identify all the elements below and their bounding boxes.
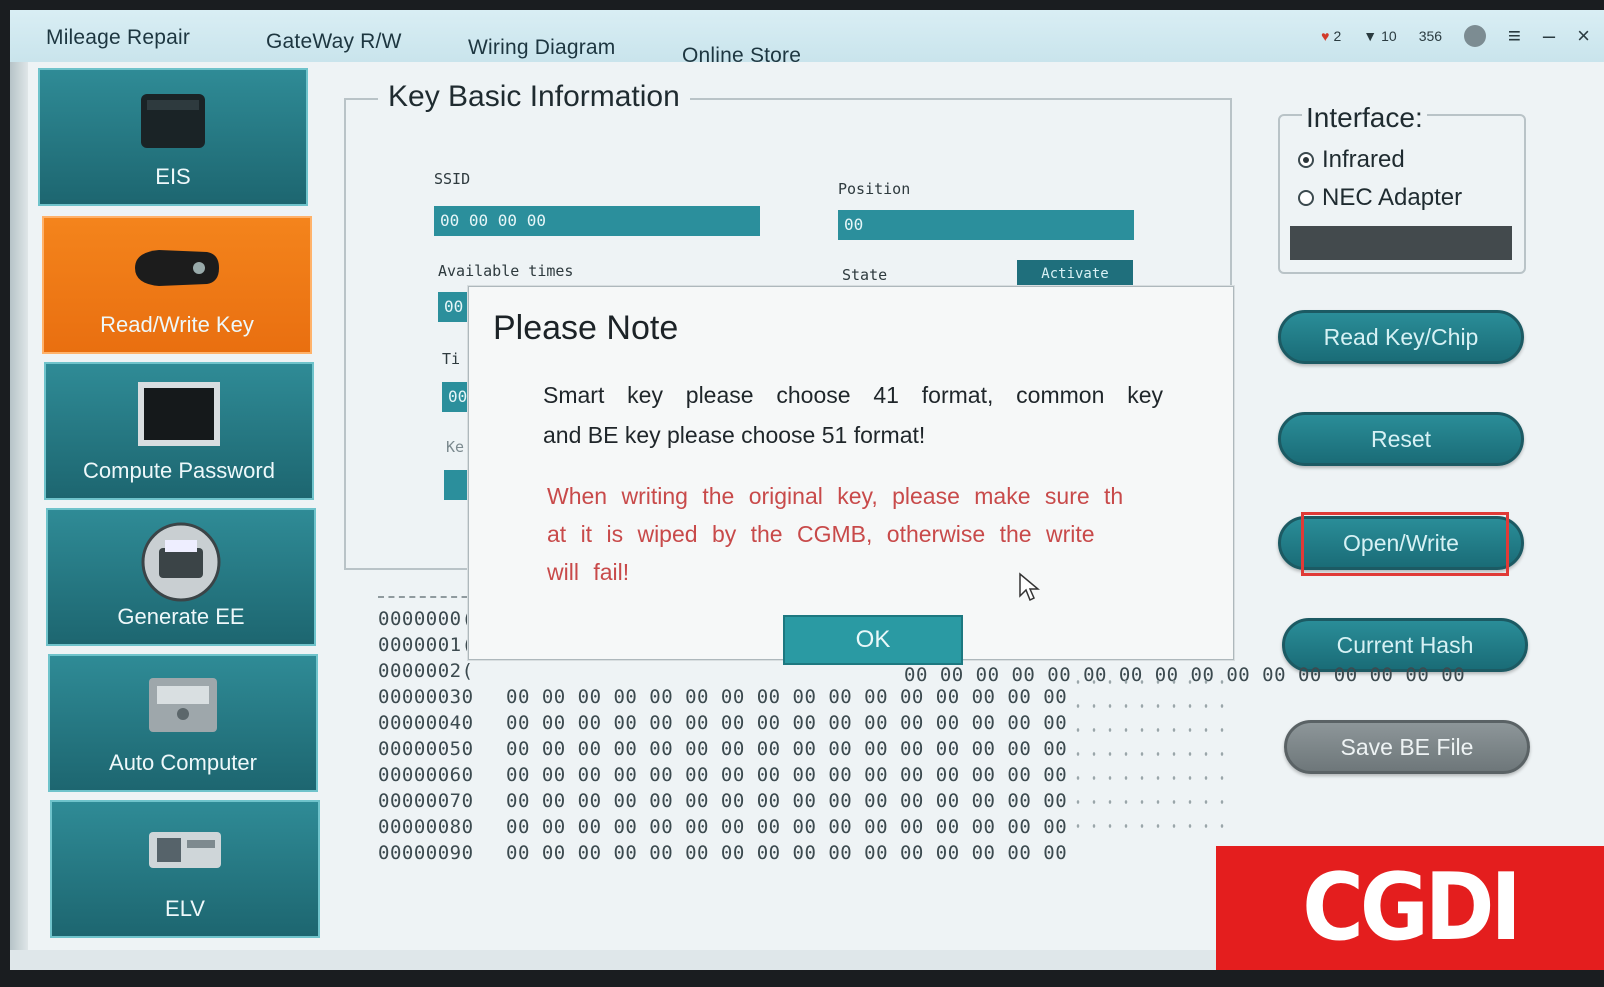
- read-key-chip-button[interactable]: Read Key/Chip: [1278, 310, 1524, 364]
- left-edge: [10, 62, 28, 970]
- radio-nec-adapter[interactable]: NEC Adapter: [1298, 184, 1462, 212]
- logo-text: CGDI: [1302, 853, 1522, 961]
- hex-divider: [378, 596, 478, 598]
- dialog-title: Please Note: [493, 309, 679, 347]
- menu-wiring-diagram[interactable]: Wiring Diagram: [468, 36, 616, 60]
- hex-row: 00000050 00 00 00 00 00 00 00 00 00 00 00…: [378, 738, 1068, 760]
- sidebar-item-label: Read/Write Key: [100, 312, 254, 337]
- sidebar: EIS Read/Write Key Compute Password Gene…: [38, 68, 334, 948]
- ok-button[interactable]: OK: [783, 615, 963, 665]
- position-label: Position: [838, 180, 911, 198]
- interface-status-bar: [1290, 226, 1512, 260]
- minimize-icon[interactable]: –: [1543, 23, 1555, 49]
- ssid-label: SSID: [434, 170, 471, 188]
- dialog-message-line1: Smart key please choose 41 format, commo…: [543, 382, 1163, 408]
- hex-row: 00000090 00 00 00 00 00 00 00 00 00 00 00…: [378, 842, 1068, 864]
- activate-button[interactable]: Activate: [1017, 260, 1133, 288]
- hex-row: 0000002(: [378, 660, 474, 682]
- position-field[interactable]: 00: [838, 210, 1134, 240]
- sidebar-item-compute-password[interactable]: Compute Password: [44, 362, 314, 500]
- sidebar-item-label: Generate EE: [117, 604, 245, 629]
- sidebar-item-auto-computer[interactable]: Auto Computer: [48, 654, 318, 792]
- sidebar-item-label: Auto Computer: [109, 750, 257, 775]
- interface-title: Interface:: [1302, 102, 1427, 134]
- cgdi-logo: CGDI: [1216, 846, 1604, 970]
- sidebar-item-elv[interactable]: ELV: [50, 800, 320, 938]
- ecu-icon: [149, 678, 217, 732]
- app-window: Mileage Repair GateWay R/W Wiring Diagra…: [10, 10, 1604, 970]
- save-be-file-button[interactable]: Save BE File: [1284, 720, 1530, 774]
- eis-module-icon: [141, 94, 205, 148]
- signal-count: 10: [1381, 28, 1397, 44]
- dialog-warning-line2: at it is wiped by the CGMB, otherwise th…: [547, 521, 1095, 547]
- sidebar-item-eis[interactable]: EIS: [38, 68, 308, 206]
- top-menu-bar: Mileage Repair GateWay R/W Wiring Diagra…: [10, 10, 1604, 67]
- hex-row: 00000030 00 00 00 00 00 00 00 00 00 00 00…: [378, 686, 1068, 708]
- sidebar-item-label: EIS: [155, 164, 191, 189]
- signal-icon: ▼: [1363, 28, 1378, 44]
- times-label: Ti: [442, 350, 461, 368]
- notification-count: 2: [1333, 28, 1342, 44]
- system-tray: ♥ 2 ▼ 10 356 ≡ – ×: [1321, 16, 1590, 56]
- key-label: Ke: [446, 438, 465, 456]
- hex-row: 00000080 00 00 00 00 00 00 00 00 00 00 00…: [378, 816, 1068, 838]
- radio-label: Infrared: [1322, 146, 1405, 173]
- menu-mileage-repair[interactable]: Mileage Repair: [46, 26, 190, 50]
- menu-online-store[interactable]: Online Store: [682, 44, 801, 68]
- radio-label: NEC Adapter: [1322, 184, 1463, 211]
- highlight-box: [1301, 512, 1509, 576]
- printer-icon: [141, 522, 221, 602]
- radio-infrared[interactable]: Infrared: [1298, 146, 1405, 174]
- menu-hamburger-icon[interactable]: ≡: [1508, 23, 1521, 49]
- hex-row: 00000040 00 00 00 00 00 00 00 00 00 00 00…: [378, 712, 1068, 734]
- dialog-warning-line1: When writing the original key, please ma…: [547, 483, 1124, 509]
- heart-icon: ♥: [1321, 28, 1330, 44]
- key-info-title: Key Basic Information: [378, 80, 690, 114]
- menu-gateway-rw[interactable]: GateWay R/W: [266, 30, 402, 54]
- radio-unselected-icon: [1298, 190, 1314, 206]
- car-key-icon: [135, 250, 219, 286]
- please-note-dialog: Please Note Smart key please choose 41 f…: [468, 286, 1234, 665]
- ssid-field[interactable]: 00 00 00 00: [434, 206, 760, 236]
- notification-indicator[interactable]: ♥ 2: [1321, 28, 1341, 44]
- ascii-column: [1070, 670, 1230, 840]
- close-icon[interactable]: ×: [1577, 23, 1590, 49]
- sidebar-item-generate-ee[interactable]: Generate EE: [46, 508, 316, 646]
- elv-module-icon: [149, 832, 221, 868]
- mouse-cursor-icon: [1019, 572, 1040, 602]
- hex-row: 00000070 00 00 00 00 00 00 00 00 00 00 00…: [378, 790, 1068, 812]
- signal-indicator[interactable]: ▼ 10: [1363, 28, 1396, 44]
- dialog-message-line2: and BE key please choose 51 format!: [543, 422, 926, 448]
- user-avatar-icon[interactable]: [1464, 25, 1487, 47]
- hex-row: 00000060 00 00 00 00 00 00 00 00 00 00 00…: [378, 764, 1068, 786]
- dialog-warning: When writing the original key, please ma…: [547, 477, 1173, 591]
- counter-indicator: 356: [1419, 28, 1442, 44]
- dialog-warning-line3: will fail!: [547, 559, 630, 585]
- sidebar-item-label: ELV: [165, 896, 205, 921]
- radio-selected-icon: [1298, 152, 1314, 168]
- sidebar-item-read-write-key[interactable]: Read/Write Key: [42, 216, 312, 354]
- state-label: State: [842, 266, 888, 284]
- sidebar-item-label: Compute Password: [83, 458, 275, 483]
- monitor-icon: [138, 382, 220, 446]
- available-times-label: Available times: [438, 262, 574, 280]
- reset-button[interactable]: Reset: [1278, 412, 1524, 466]
- counter-value: 356: [1418, 28, 1443, 44]
